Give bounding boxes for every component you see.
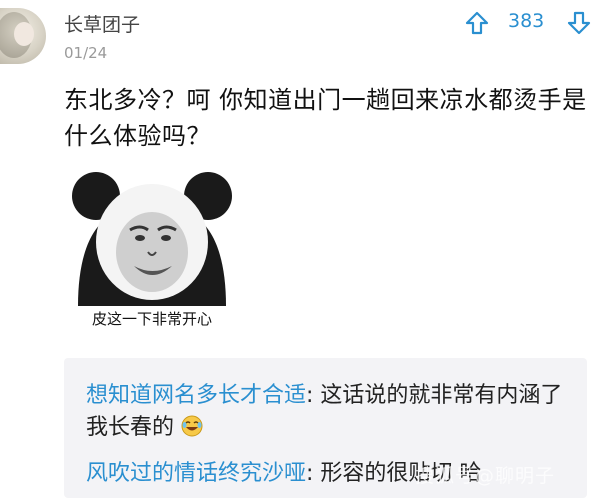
laughing-tears-icon bbox=[181, 415, 203, 437]
username[interactable]: 长草团子 bbox=[64, 10, 140, 37]
avatar-face bbox=[14, 22, 34, 46]
upvote-icon[interactable] bbox=[464, 10, 490, 36]
comment-author[interactable]: 风吹过的情话终究沙哑 bbox=[86, 461, 306, 486]
comment-separator: : bbox=[306, 383, 321, 408]
comment-author[interactable]: 想知道网名多长才合适 bbox=[86, 383, 306, 408]
meme-image[interactable]: 皮这一下非常开心 bbox=[70, 168, 234, 338]
post-date: 01/24 bbox=[64, 44, 108, 62]
vote-score: 383 bbox=[508, 10, 545, 32]
watermark: 搜狐号@聊明子 bbox=[415, 465, 556, 487]
panda-face-drawing bbox=[70, 168, 234, 306]
downvote-icon[interactable] bbox=[566, 10, 592, 36]
comment-item[interactable]: 想知道网名多长才合适: 这话说的就非常有内涵了 我长春的 bbox=[86, 380, 581, 444]
comment-separator: : bbox=[306, 461, 321, 486]
meme-caption: 皮这一下非常开心 bbox=[91, 310, 212, 328]
post-body-text: 东北多冷？呵 你知道出门一趟回来凉水都烫手是什么体验吗？ bbox=[64, 86, 587, 150]
user-avatar[interactable] bbox=[0, 8, 46, 64]
